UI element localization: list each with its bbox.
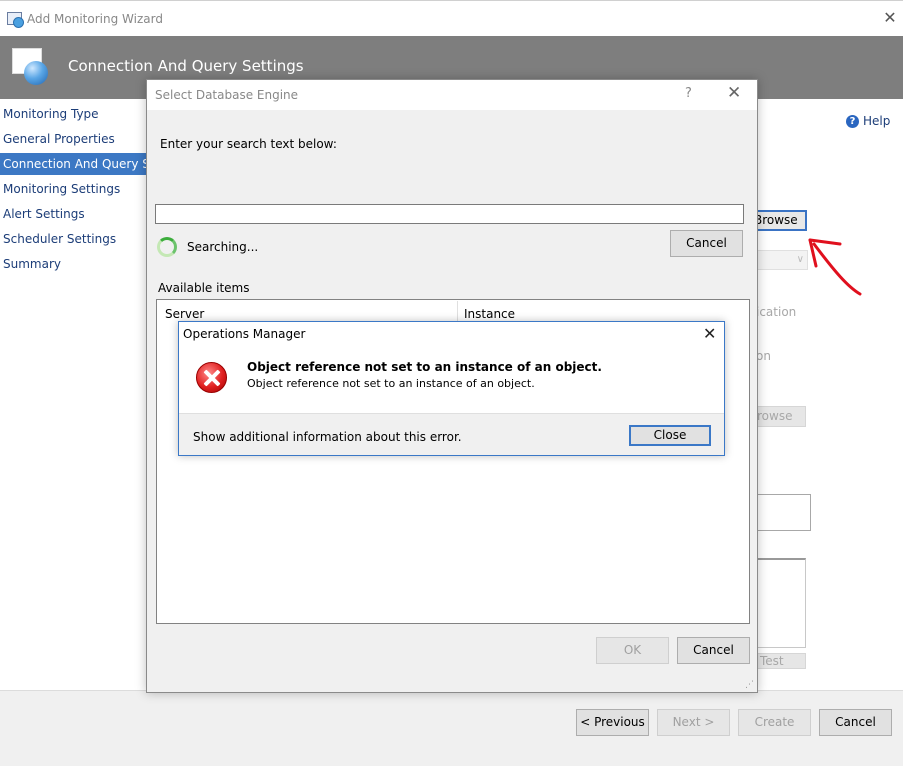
- page-title: Connection And Query Settings: [68, 57, 304, 75]
- sidebar-item-scheduler-settings[interactable]: Scheduler Settings: [0, 228, 146, 250]
- error-dialog: Operations Manager ✕ Object reference no…: [178, 321, 725, 456]
- wizard-footer: < Previous Next > Create Cancel: [0, 690, 903, 766]
- wizard-app-icon: [7, 12, 24, 28]
- disabled-browse-button: rowse: [756, 406, 806, 427]
- help-label: Help: [863, 114, 891, 128]
- error-message-title: Object reference not set to an instance …: [247, 360, 602, 374]
- cancel-search-button[interactable]: Cancel: [670, 230, 743, 257]
- annotation-arrow-icon: [808, 238, 862, 296]
- sidebar-item-summary[interactable]: Summary: [0, 253, 146, 275]
- dialog-title: Select Database Engine: [155, 88, 299, 102]
- help-icon[interactable]: ?: [685, 86, 692, 101]
- sidebar-item-alert-settings[interactable]: Alert Settings: [0, 203, 146, 225]
- close-button[interactable]: Close: [629, 425, 711, 446]
- next-button[interactable]: Next >: [657, 709, 730, 736]
- search-prompt: Enter your search text below:: [160, 137, 337, 151]
- create-button[interactable]: Create: [738, 709, 811, 736]
- column-header-instance[interactable]: Instance: [464, 307, 515, 321]
- sidebar-item-monitoring-type[interactable]: Monitoring Type: [0, 103, 146, 125]
- ok-button[interactable]: OK: [596, 637, 669, 664]
- sidebar-item-connection-query-settings[interactable]: Connection And Query Settings: [0, 153, 146, 175]
- query-textarea: [756, 558, 806, 648]
- column-header-server[interactable]: Server: [165, 307, 204, 321]
- help-icon: ?: [846, 115, 859, 128]
- error-message-detail: Object reference not set to an instance …: [247, 377, 535, 390]
- previous-button[interactable]: < Previous: [576, 709, 649, 736]
- error-dialog-close-icon[interactable]: ✕: [703, 324, 716, 343]
- resize-grip-icon[interactable]: ⋰: [745, 680, 754, 690]
- sidebar-item-monitoring-settings[interactable]: Monitoring Settings: [0, 178, 146, 200]
- help-link[interactable]: ? Help: [846, 114, 890, 128]
- disabled-test-button: Test: [756, 653, 806, 669]
- error-dialog-title: Operations Manager: [183, 327, 306, 341]
- wizard-titlebar: Add Monitoring Wizard ✕: [0, 0, 903, 36]
- search-input[interactable]: [155, 204, 744, 224]
- form-textbox: [756, 494, 811, 531]
- wizard-title: Add Monitoring Wizard: [27, 12, 163, 26]
- dialog-titlebar: Select Database Engine ? ✕: [147, 80, 757, 110]
- show-additional-info-link[interactable]: Show additional information about this e…: [193, 430, 462, 444]
- dialog-close-icon[interactable]: ✕: [727, 83, 741, 103]
- browse-button[interactable]: Browse: [750, 210, 807, 231]
- error-dialog-footer: Show additional information about this e…: [179, 413, 724, 455]
- header-globe-icon: [24, 61, 48, 85]
- loading-spinner-icon: [157, 237, 177, 257]
- dialog-cancel-button[interactable]: Cancel: [677, 637, 750, 664]
- form-label-fragment: ication: [756, 305, 797, 319]
- searching-status: Searching...: [187, 240, 259, 254]
- cancel-button[interactable]: Cancel: [819, 709, 892, 736]
- sidebar-item-general-properties[interactable]: General Properties: [0, 128, 146, 150]
- available-items-label: Available items: [158, 281, 250, 295]
- column-divider[interactable]: [457, 301, 458, 323]
- form-label-fragment: on: [756, 349, 771, 363]
- wizard-close-icon[interactable]: ✕: [880, 8, 900, 28]
- error-icon: [196, 362, 227, 393]
